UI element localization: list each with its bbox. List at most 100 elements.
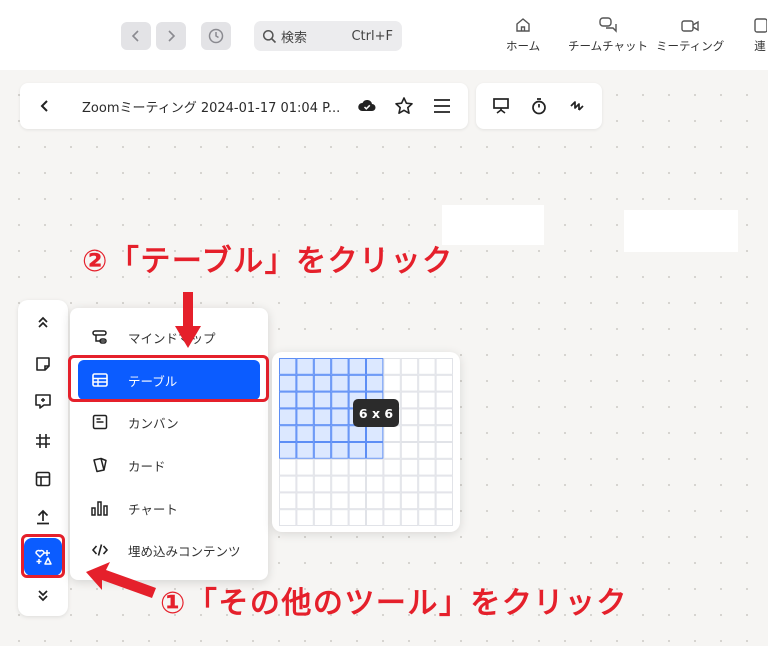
grid-cell[interactable] bbox=[331, 475, 349, 493]
grid-cell-selected[interactable] bbox=[331, 358, 349, 375]
grid-cell[interactable] bbox=[366, 509, 384, 526]
menu-button[interactable] bbox=[431, 95, 453, 117]
grid-cell[interactable] bbox=[435, 408, 453, 426]
grid-cell[interactable] bbox=[296, 458, 314, 476]
grid-cell[interactable] bbox=[383, 509, 401, 526]
comment-tool[interactable] bbox=[31, 390, 55, 414]
grid-cell[interactable] bbox=[313, 492, 332, 510]
grid-cell[interactable] bbox=[435, 475, 453, 493]
grid-cell[interactable] bbox=[400, 425, 419, 442]
grid-cell-selected[interactable] bbox=[348, 442, 366, 459]
grid-cell[interactable] bbox=[366, 475, 384, 493]
grid-cell[interactable] bbox=[383, 458, 401, 476]
grid-cell-selected[interactable] bbox=[331, 408, 349, 426]
grid-cell-selected[interactable] bbox=[313, 374, 332, 392]
grid-cell-selected[interactable] bbox=[348, 358, 366, 375]
grid-cell[interactable] bbox=[279, 475, 297, 493]
grid-cell[interactable] bbox=[331, 509, 349, 526]
grid-cell[interactable] bbox=[400, 374, 419, 392]
menu-item-card[interactable]: カード bbox=[78, 445, 260, 485]
grid-cell-selected[interactable] bbox=[279, 374, 297, 392]
grid-cell[interactable] bbox=[366, 492, 384, 510]
nav-contacts[interactable]: 連 bbox=[753, 14, 767, 54]
grid-cell[interactable] bbox=[348, 509, 366, 526]
grid-cell[interactable] bbox=[383, 492, 401, 510]
grid-cell[interactable] bbox=[418, 408, 436, 426]
grid-cell[interactable] bbox=[331, 492, 349, 510]
grid-cell[interactable] bbox=[435, 391, 453, 409]
search-input[interactable]: 検索 Ctrl+F bbox=[254, 21, 402, 51]
grid-cell[interactable] bbox=[418, 442, 436, 459]
menu-item-kanban[interactable]: カンバン bbox=[78, 402, 260, 442]
grid-cell[interactable] bbox=[418, 391, 436, 409]
template-tool[interactable] bbox=[31, 467, 55, 491]
grid-cell-selected[interactable] bbox=[331, 425, 349, 442]
grid-cell[interactable] bbox=[313, 475, 332, 493]
grid-cell[interactable] bbox=[400, 408, 419, 426]
present-button[interactable] bbox=[490, 95, 512, 117]
grid-cell[interactable] bbox=[296, 492, 314, 510]
grid-cell[interactable] bbox=[348, 475, 366, 493]
grid-cell-selected[interactable] bbox=[279, 391, 297, 409]
grid-cell[interactable] bbox=[435, 442, 453, 459]
grid-cell-selected[interactable] bbox=[296, 374, 314, 392]
menu-item-mindmap[interactable]: マインドマップ bbox=[78, 317, 260, 357]
grid-cell[interactable] bbox=[313, 509, 332, 526]
frame-tool[interactable] bbox=[31, 429, 55, 453]
nav-meetings[interactable]: ミーティング bbox=[656, 14, 724, 54]
grid-cell[interactable] bbox=[313, 458, 332, 476]
grid-cell[interactable] bbox=[400, 391, 419, 409]
grid-cell-selected[interactable] bbox=[366, 442, 384, 459]
grid-cell[interactable] bbox=[400, 509, 419, 526]
grid-cell[interactable] bbox=[348, 458, 366, 476]
back-button[interactable] bbox=[121, 22, 151, 50]
grid-cell[interactable] bbox=[435, 492, 453, 510]
document-title[interactable]: Zoomミーティング 2024-01-17 01:04 P... bbox=[82, 97, 340, 116]
grid-cell[interactable] bbox=[279, 492, 297, 510]
grid-cell[interactable] bbox=[435, 509, 453, 526]
grid-cell[interactable] bbox=[418, 358, 436, 375]
grid-cell-selected[interactable] bbox=[296, 442, 314, 459]
grid-cell-selected[interactable] bbox=[313, 408, 332, 426]
timer-button[interactable] bbox=[528, 95, 550, 117]
grid-cell[interactable] bbox=[383, 425, 401, 442]
grid-cell[interactable] bbox=[400, 475, 419, 493]
grid-cell-selected[interactable] bbox=[279, 425, 297, 442]
grid-cell[interactable] bbox=[366, 458, 384, 476]
grid-cell-selected[interactable] bbox=[313, 358, 332, 375]
grid-cell[interactable] bbox=[279, 458, 297, 476]
grid-cell-selected[interactable] bbox=[366, 374, 384, 392]
grid-cell-selected[interactable] bbox=[296, 408, 314, 426]
table-size-grid[interactable] bbox=[279, 358, 453, 526]
grid-cell[interactable] bbox=[418, 475, 436, 493]
grid-cell[interactable] bbox=[400, 442, 419, 459]
grid-cell[interactable] bbox=[383, 442, 401, 459]
grid-cell[interactable] bbox=[331, 458, 349, 476]
grid-cell[interactable] bbox=[400, 358, 419, 375]
grid-cell-selected[interactable] bbox=[296, 391, 314, 409]
grid-cell-selected[interactable] bbox=[331, 374, 349, 392]
nav-home[interactable]: ホーム bbox=[506, 14, 540, 54]
grid-cell[interactable] bbox=[435, 425, 453, 442]
grid-cell[interactable] bbox=[435, 374, 453, 392]
expand-down-button[interactable] bbox=[31, 584, 55, 608]
grid-cell[interactable] bbox=[348, 492, 366, 510]
menu-item-chart[interactable]: チャート bbox=[78, 488, 260, 528]
grid-cell-selected[interactable] bbox=[313, 391, 332, 409]
cloud-sync-button[interactable] bbox=[356, 95, 378, 117]
grid-cell-selected[interactable] bbox=[296, 358, 314, 375]
grid-cell[interactable] bbox=[296, 475, 314, 493]
forward-button[interactable] bbox=[156, 22, 186, 50]
grid-cell-selected[interactable] bbox=[331, 391, 349, 409]
grid-cell[interactable] bbox=[279, 509, 297, 526]
grid-cell[interactable] bbox=[418, 374, 436, 392]
grid-cell-selected[interactable] bbox=[348, 374, 366, 392]
grid-cell-selected[interactable] bbox=[331, 442, 349, 459]
collapse-up-button[interactable] bbox=[31, 310, 55, 334]
grid-cell-selected[interactable] bbox=[366, 358, 384, 375]
grid-cell-selected[interactable] bbox=[366, 425, 384, 442]
grid-cell[interactable] bbox=[296, 509, 314, 526]
sticky-note-tool[interactable] bbox=[31, 352, 55, 376]
grid-cell[interactable] bbox=[383, 374, 401, 392]
doc-back-button[interactable] bbox=[34, 95, 56, 117]
